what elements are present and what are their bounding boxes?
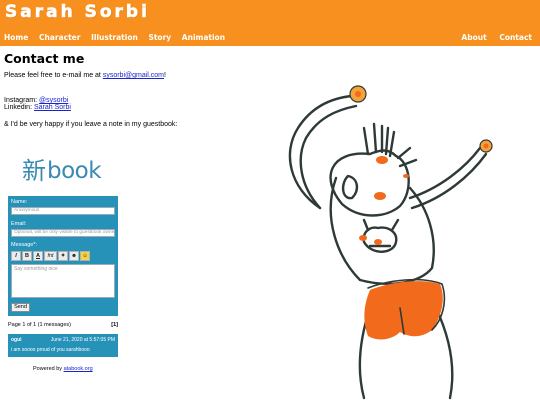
guestbook-note: & I'd be very happy if you leave a note … [4,121,178,128]
entry-author: ogui [11,337,22,343]
main-nav: Home Character Illustration Story Animat… [4,33,233,42]
smiley-icon[interactable]: ☺ [80,251,90,261]
message-field[interactable]: Say something nice [11,264,115,298]
send-button[interactable]: Send [11,303,30,312]
email-line: Please feel free to e-mail me at sysorbi… [4,72,166,80]
email-field[interactable]: Optional, will be only visible to guestb… [11,229,115,237]
italic-button[interactable]: I [11,251,21,261]
nav-story[interactable]: Story [148,33,171,42]
nav-home[interactable]: Home [4,33,28,42]
site-header: Sarah Sorbi Home Character Illustration … [0,0,540,46]
linkedin-label: Linkedin: [4,104,34,111]
nav-character[interactable]: Character [39,33,80,42]
font-button[interactable]: fnt [44,251,57,261]
nav-contact[interactable]: Contact [499,33,532,42]
guestbook-logo[interactable]: 新 book [22,156,102,186]
bold-button[interactable]: B [22,251,32,261]
pager-page-link[interactable]: [1] [111,322,118,328]
powered-link[interactable]: atabook.org [64,366,93,372]
instagram-link[interactable]: @sysorbi [39,97,68,104]
email-prefix: Please feel free to e-mail me at [4,72,103,79]
drawing-hair-orange [376,156,388,164]
email-link[interactable]: sysorbi@gmail.com [103,72,164,79]
entry-message: i am soooo proud of you sarahbooo [8,345,118,357]
email-suffix: ! [164,72,166,79]
pager: Page 1 of 1 (1 messages) [1] [8,322,118,328]
entry-header: ogui June 21, 2020 at 5:57:05 PM [8,334,118,345]
linkedin-line: Linkedin: Sarah Sorbi [4,104,71,112]
entry-date: June 21, 2020 at 5:57:05 PM [50,337,115,343]
format-toolbar: I B A fnt ✦ ☻ ☺ [11,251,90,261]
sparkle-icon[interactable]: ✦ [58,251,68,261]
guestbook-logo-word: book [47,158,102,184]
email-label: Email: [11,221,27,227]
name-field[interactable]: Anonymous [11,207,115,215]
drawing-head [329,149,410,217]
nav-animation[interactable]: Animation [182,33,225,42]
underline-button[interactable]: A [33,251,43,261]
nav-about[interactable]: About [461,33,486,42]
instagram-label: Instagram: [4,97,40,104]
linkedin-link[interactable]: Sarah Sorbi [34,104,71,111]
powered-by: Powered by atabook.org [33,366,93,372]
character-drawing [288,85,493,400]
name-label: Name: [11,199,28,205]
nav-illustration[interactable]: Illustration [91,33,138,42]
site-title[interactable]: Sarah Sorbi [5,2,150,23]
secondary-nav: About Contact [451,33,532,42]
powered-prefix: Powered by [33,366,64,372]
page-title: Contact me [4,51,85,66]
pager-text: Page 1 of 1 (1 messages) [8,322,71,328]
sticker-icon[interactable]: ☻ [69,251,79,261]
message-label: Message*: [11,242,37,248]
guestbook-logo-kanji: 新 [22,157,46,185]
